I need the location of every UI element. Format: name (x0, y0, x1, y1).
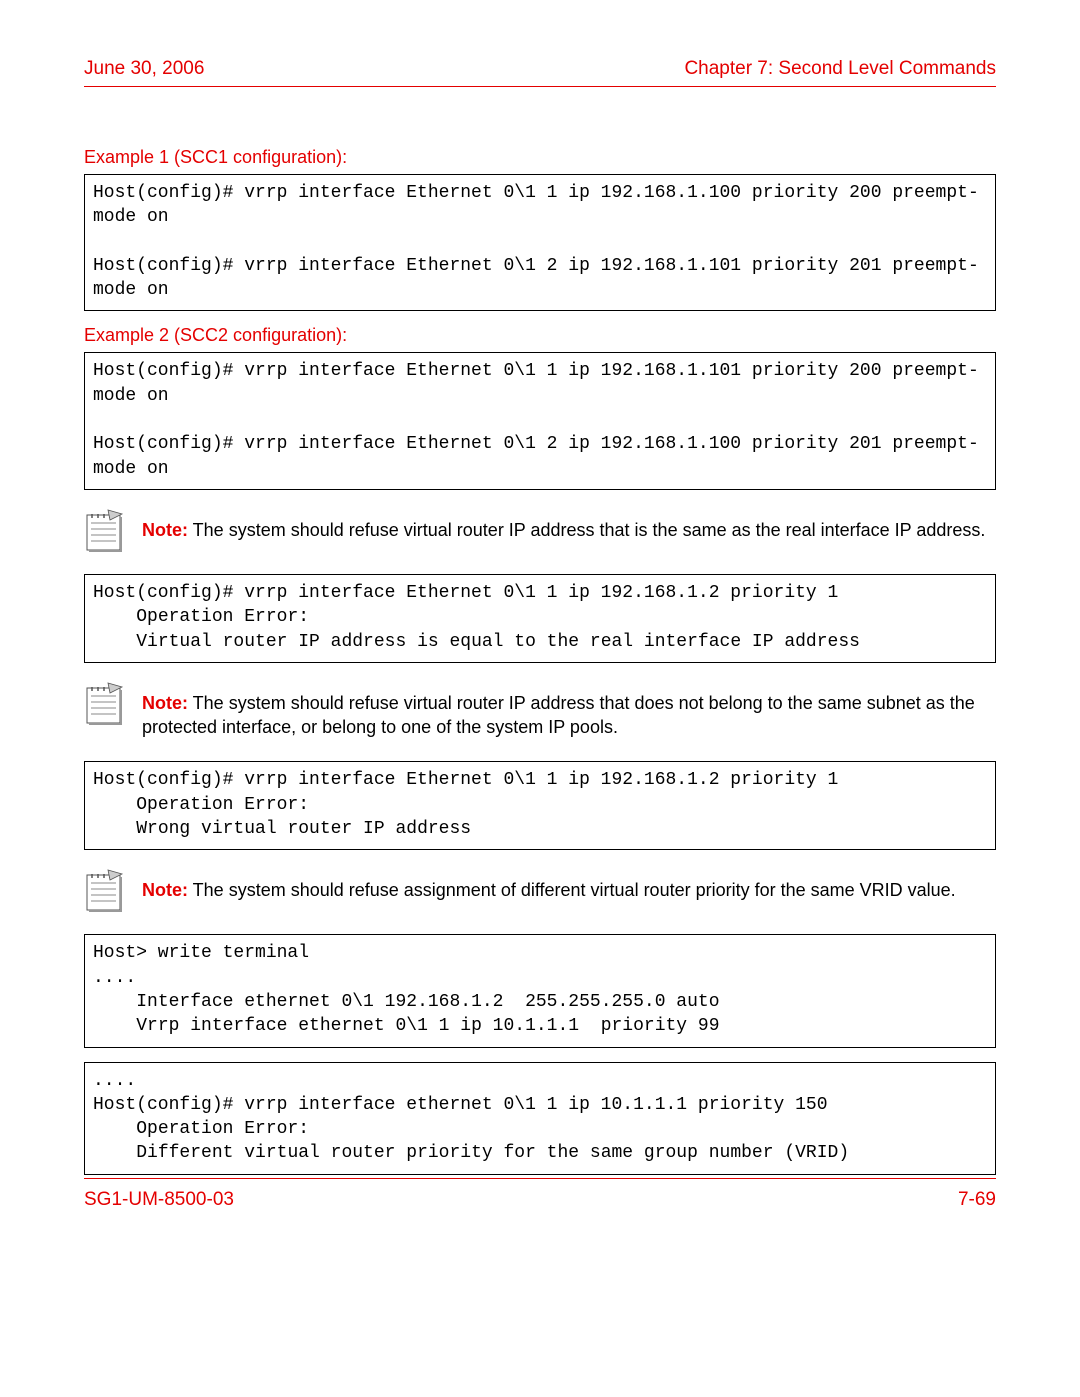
note-label: Note: (142, 520, 188, 540)
notepad-icon (84, 868, 124, 912)
note-label: Note: (142, 693, 188, 713)
note-1-body: The system should refuse virtual router … (188, 520, 985, 540)
page-header: June 30, 2006 Chapter 7: Second Level Co… (84, 58, 996, 86)
example-2-label: Example 2 (SCC2 configuration): (84, 325, 996, 346)
example-1-label: Example 1 (SCC1 configuration): (84, 147, 996, 168)
note-3-body: The system should refuse assignment of d… (188, 880, 956, 900)
code-block-1: Host(config)# vrrp interface Ethernet 0\… (84, 174, 996, 311)
footer-doc-id: SG1-UM-8500-03 (84, 1189, 234, 1211)
code-block-4: Host(config)# vrrp interface Ethernet 0\… (84, 761, 996, 850)
header-rule (84, 86, 996, 87)
note-3: Note: The system should refuse assignmen… (84, 868, 996, 912)
note-2-text: Note: The system should refuse virtual r… (142, 681, 996, 740)
note-3-text: Note: The system should refuse assignmen… (142, 868, 956, 902)
header-chapter: Chapter 7: Second Level Commands (684, 58, 996, 80)
page-content: June 30, 2006 Chapter 7: Second Level Co… (84, 58, 996, 1189)
code-block-3: Host(config)# vrrp interface Ethernet 0\… (84, 574, 996, 663)
footer-rule (84, 1178, 996, 1179)
header-date: June 30, 2006 (84, 58, 204, 80)
page-footer: SG1-UM-8500-03 7-69 (84, 1178, 996, 1211)
notepad-icon (84, 681, 124, 725)
note-1-text: Note: The system should refuse virtual r… (142, 508, 985, 542)
footer-row: SG1-UM-8500-03 7-69 (84, 1189, 996, 1211)
note-2-body: The system should refuse virtual router … (142, 693, 975, 737)
footer-page-number: 7-69 (958, 1189, 996, 1211)
code-block-6: .... Host(config)# vrrp interface ethern… (84, 1062, 996, 1175)
note-1: Note: The system should refuse virtual r… (84, 508, 996, 552)
note-2: Note: The system should refuse virtual r… (84, 681, 996, 740)
notepad-icon (84, 508, 124, 552)
code-block-2: Host(config)# vrrp interface Ethernet 0\… (84, 352, 996, 489)
note-label: Note: (142, 880, 188, 900)
code-block-5: Host> write terminal .... Interface ethe… (84, 934, 996, 1047)
